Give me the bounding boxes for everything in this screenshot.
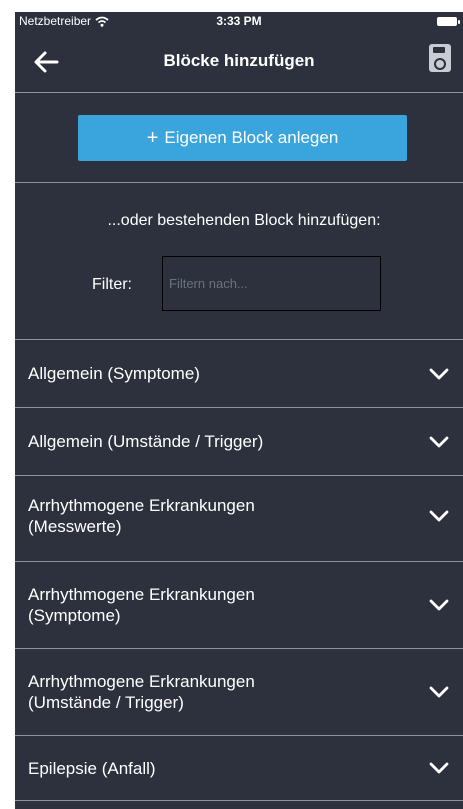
header-divider — [15, 92, 463, 93]
category-row-epilepsie-anfall[interactable]: Epilepsie (Anfall) — [15, 735, 463, 800]
category-label: Allgemein (Umstände / Trigger) — [28, 432, 264, 451]
category-row-arrhythmogene-symptome[interactable]: Arrhythmogene Erkrankungen (Symptome) — [15, 561, 463, 648]
chevron-down-icon — [429, 599, 449, 611]
category-row-allgemein-umstaende[interactable]: Allgemein (Umstände / Trigger) — [15, 407, 463, 475]
filter-input[interactable] — [162, 256, 381, 311]
category-row-allgemein-symptome[interactable]: Allgemein (Symptome) — [15, 339, 463, 407]
chevron-down-icon — [429, 686, 449, 698]
existing-block-subtitle: ...oder bestehenden Block hinzufügen: — [107, 212, 381, 229]
category-label: Epilepsie (Anfall) — [28, 758, 156, 778]
status-time: 3:33 PM — [216, 14, 262, 28]
floppy-save-icon[interactable] — [429, 44, 451, 72]
chevron-down-icon — [429, 368, 449, 379]
chevron-down-icon — [429, 436, 449, 447]
category-row-arrhythmogene-umstaende[interactable]: Arrhythmogene Erkrankungen (Umstände / T… — [15, 648, 463, 735]
battery-icon — [437, 17, 460, 26]
list-bottom-divider — [15, 800, 463, 801]
add-custom-block-label: Eigenen Block anlegen — [164, 128, 339, 147]
category-label: Arrhythmogene Erkrankungen (Symptome) — [28, 585, 255, 625]
chevron-down-icon — [429, 762, 449, 774]
category-label: Arrhythmogene Erkrankungen (Messwerte) — [28, 495, 255, 536]
page-title: Blöcke hinzufügen — [163, 51, 315, 70]
filter-label: Filter: — [92, 276, 132, 293]
category-label: Arrhythmogene Erkrankungen (Umstände / T… — [28, 672, 255, 712]
section-divider — [15, 182, 463, 183]
category-row-arrhythmogene-messwerte[interactable]: Arrhythmogene Erkrankungen (Messwerte) — [15, 475, 463, 555]
add-custom-block-button[interactable]: + Eigenen Block anlegen — [78, 115, 407, 161]
category-label: Allgemein (Symptome) — [28, 364, 200, 383]
plus-icon: + — [146, 126, 159, 149]
navigation-bar: Blöcke hinzufügen — [15, 32, 463, 92]
status-bar: Netzbetreiber 3:33 PM — [15, 12, 463, 32]
chevron-down-icon — [429, 510, 449, 521]
app-screen: Netzbetreiber 3:33 PM Blöcke hinzufügen … — [15, 12, 463, 809]
